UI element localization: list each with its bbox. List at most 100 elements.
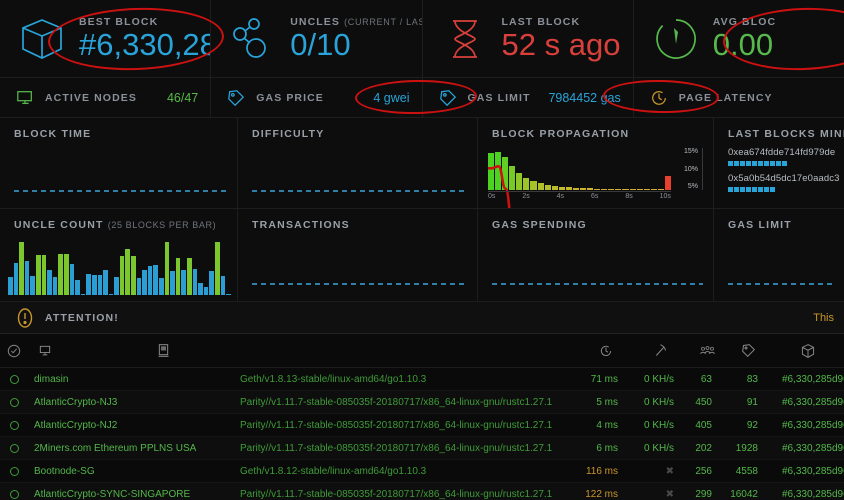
uncle-count-bar — [148, 266, 153, 295]
node-latency: 116 ms — [560, 466, 618, 477]
stat-value: #6,330,285 — [79, 29, 200, 62]
x-tick: 0s — [488, 193, 495, 204]
stat-label: PAGE LATENCY — [679, 92, 773, 104]
uncle-count-bar — [53, 277, 58, 295]
header-peers-icon[interactable] — [688, 345, 725, 357]
cube-icon — [14, 11, 70, 67]
node-uptime: 16042 — [712, 489, 758, 500]
node-status-indicator — [0, 375, 28, 384]
x-tick: 6s — [591, 193, 598, 204]
uncle-count-bar — [64, 254, 69, 295]
panel-block-propagation: BLOCK PROPAGATION 15%10%5% 0s2s4s6s8s10s — [478, 118, 714, 208]
miner-block-squares — [728, 187, 832, 192]
node-uptime: 4558 — [712, 466, 758, 477]
uncle-count-bar — [187, 258, 192, 295]
table-row[interactable]: Bootnode-SGGeth/v1.8.12-stable/linux-amd… — [0, 460, 844, 483]
panel-gas-limit-chart: GAS LIMIT — [714, 209, 844, 301]
miner-entry: 0xea674fdde714fd979de — [728, 147, 832, 166]
miner-block-square — [782, 161, 787, 166]
uncle-count-bar — [221, 276, 226, 295]
table-row[interactable]: AtlanticCrypto-SYNC-SINGAPOREParity//v1.… — [0, 483, 844, 500]
node-block: #6,330,285 — [758, 420, 832, 431]
uncle-count-bar — [30, 276, 35, 295]
node-name: dimasin — [28, 374, 240, 385]
header-uptime-icon[interactable] — [726, 343, 771, 358]
node-block-hash: d9600ce — [832, 489, 844, 500]
table-row[interactable]: AtlanticCrypto-NJ3Parity//v1.11.7-stable… — [0, 391, 844, 414]
stat-page-latency: PAGE LATENCY — [634, 78, 844, 117]
node-block-hash: d9600ce — [832, 397, 844, 408]
stat-label: LAST BLOCK — [502, 16, 621, 28]
uncle-count-bar — [36, 255, 41, 295]
uncle-count-bar — [81, 294, 86, 295]
node-uptime: 92 — [712, 420, 758, 431]
secondary-stats-row: ACTIVE NODES 46/47 GAS PRICE 4 gwei GAS … — [0, 78, 844, 118]
y-tick: 15% — [671, 148, 698, 155]
miner-block-square — [746, 161, 751, 166]
stat-best-block: BEST BLOCK #6,330,285 — [0, 0, 211, 77]
uncle-count-bar — [131, 256, 136, 295]
attention-bar: ATTENTION! This — [0, 302, 844, 334]
panel-title: GAS LIMIT — [728, 219, 832, 231]
panel-title: TRANSACTIONS — [252, 219, 465, 231]
stat-sublabel: (CURRENT / LAST 50) — [344, 17, 422, 27]
exclamation-icon — [14, 307, 36, 329]
node-version: Geth/v1.8.13-stable/linux-amd64/go1.10.3 — [240, 374, 560, 385]
node-peers: 256 — [674, 466, 712, 477]
node-version: Geth/v1.8.12-stable/linux-amd64/go1.10.3 — [240, 466, 560, 477]
x-tick: 2s — [522, 193, 529, 204]
table-row[interactable]: AtlanticCrypto-NJ2Parity//v1.11.7-stable… — [0, 414, 844, 437]
uncle-count-bar — [109, 294, 114, 295]
uncle-count-bar — [153, 265, 158, 295]
node-name: Bootnode-SG — [28, 466, 240, 477]
node-name: AtlanticCrypto-NJ3 — [28, 397, 240, 408]
tag-icon — [225, 87, 247, 109]
stat-uncles: UNCLES (CURRENT / LAST 50) 0/10 — [211, 0, 422, 77]
node-uptime: 1928 — [712, 443, 758, 454]
uncle-count-bar — [204, 287, 209, 295]
table-header-row — [0, 334, 844, 368]
stat-gas-price: GAS PRICE 4 gwei — [211, 78, 422, 117]
miner-block-square — [740, 161, 745, 166]
node-hashrate: 0 KH/s — [618, 420, 674, 431]
ethstats-dashboard: BEST BLOCK #6,330,285 UNCLES (CURRENT / … — [0, 0, 844, 500]
uncle-count-bar — [25, 261, 30, 295]
node-hashrate: 0 KH/s — [618, 374, 674, 385]
stat-value: 7984452 gas — [548, 91, 620, 105]
panel-uncle-count: UNCLE COUNT (25 BLOCKS PER BAR) — [0, 209, 238, 301]
block-propagation-x-axis: 0s2s4s6s8s10s — [488, 191, 671, 204]
node-block: #6,330,285 — [758, 374, 832, 385]
panel-title: BLOCK TIME — [14, 128, 225, 140]
header-hashrate-icon[interactable] — [633, 343, 688, 358]
uncle-count-bar — [47, 270, 52, 295]
node-status-indicator — [0, 444, 28, 453]
uncle-count-bar — [209, 271, 214, 295]
panel-title: UNCLE COUNT (25 BLOCKS PER BAR) — [14, 219, 225, 231]
header-status-icon[interactable] — [0, 344, 28, 358]
node-name: 2Miners.com Ethereum PPLNS USA — [28, 443, 240, 454]
header-latency-icon[interactable] — [578, 344, 633, 358]
node-peers: 405 — [674, 420, 712, 431]
header-block-icon[interactable] — [771, 343, 844, 359]
clock-icon — [648, 87, 670, 109]
header-client-icon[interactable] — [62, 343, 265, 358]
stat-label: ACTIVE NODES — [45, 92, 137, 104]
table-row[interactable]: 2Miners.com Ethereum PPLNS USAParity//v1… — [0, 437, 844, 460]
table-row[interactable]: dimasinGeth/v1.8.13-stable/linux-amd64/g… — [0, 368, 844, 391]
panel-title: LAST BLOCKS MINERS — [728, 128, 832, 140]
node-peers: 202 — [674, 443, 712, 454]
node-peers: 63 — [674, 374, 712, 385]
monitor-icon — [14, 87, 36, 109]
stat-label: GAS LIMIT — [468, 92, 531, 104]
node-latency: 6 ms — [560, 443, 618, 454]
node-version: Parity//v1.11.7-stable-085035f-20180717/… — [240, 443, 560, 454]
block-propagation-y-axis: 15%10%5% — [671, 148, 703, 190]
panel-title: BLOCK PROPAGATION — [492, 128, 701, 140]
uncle-count-bar — [42, 255, 47, 295]
uncle-count-bar — [19, 242, 24, 295]
header-node-icon[interactable] — [28, 344, 62, 358]
miner-address: 0x5a0b54d5dc17e0aadc3 — [728, 173, 832, 184]
uncle-count-bar — [176, 258, 181, 295]
uncle-count-bar — [103, 270, 108, 295]
stat-value: 0/10 — [290, 29, 411, 62]
